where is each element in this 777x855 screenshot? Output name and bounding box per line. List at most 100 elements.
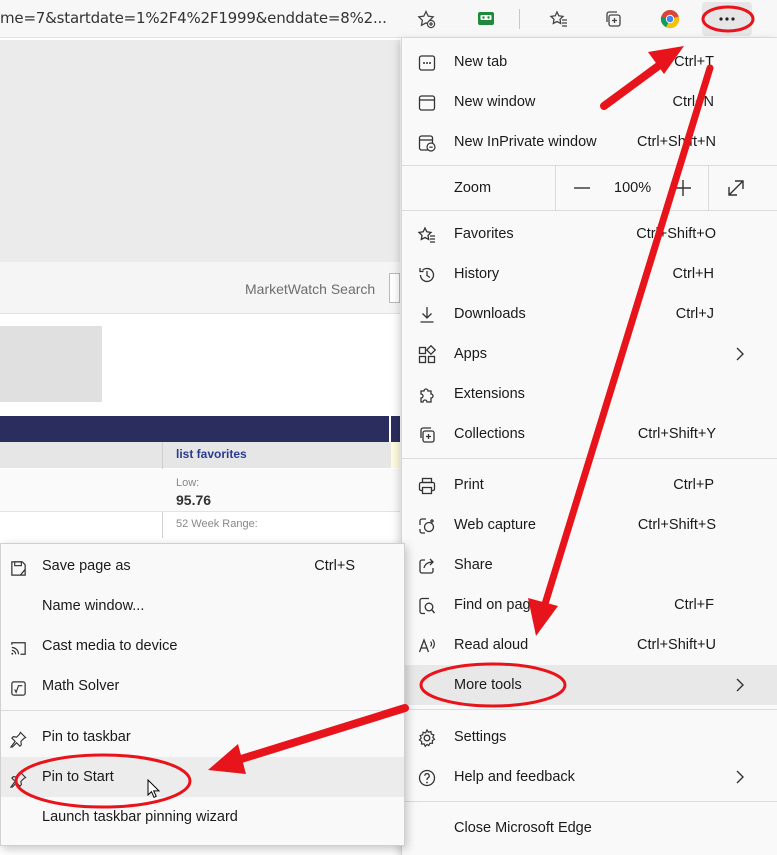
- chevron-right-icon: [736, 347, 744, 361]
- menu-item-downloads[interactable]: Downloads Ctrl+J: [402, 294, 777, 334]
- menu-divider: [402, 709, 777, 710]
- menu-item-shortcut: Ctrl+Shift+N: [637, 134, 716, 150]
- menu-divider: [402, 210, 777, 211]
- menu-item-shortcut: Ctrl+Shift+S: [637, 517, 716, 533]
- submenu-item-label: Name window...: [42, 598, 145, 614]
- collections-icon[interactable]: [598, 4, 628, 34]
- favorites-icon[interactable]: [544, 4, 574, 34]
- cast-icon: [7, 637, 29, 659]
- submenu-item-shortcut: Ctrl+S: [314, 558, 355, 574]
- menu-item-label: Settings: [454, 729, 507, 745]
- pin-icon: [7, 728, 29, 750]
- web-capture-icon: [416, 515, 438, 537]
- puzzle-icon: [416, 384, 438, 406]
- submenu-item-label: Pin to Start: [42, 769, 114, 785]
- header-divider: [389, 416, 391, 442]
- menu-divider: [402, 801, 777, 802]
- zoom-control: Zoom 100%: [402, 166, 777, 210]
- menu-item-label: Print: [454, 477, 484, 493]
- menu-item-print[interactable]: Print Ctrl+P: [402, 465, 777, 505]
- submenu-item-label: Pin to taskbar: [42, 729, 131, 745]
- menu-item-close-edge[interactable]: Close Microsoft Edge: [402, 808, 777, 848]
- menu-item-settings[interactable]: Settings: [402, 717, 777, 757]
- submenu-divider: [1, 710, 404, 711]
- submenu-item-label: Math Solver: [42, 678, 120, 694]
- fullscreen-icon[interactable]: [724, 176, 748, 200]
- menu-item-collections[interactable]: Collections Ctrl+Shift+Y: [402, 414, 777, 454]
- menu-item-new-inprivate[interactable]: New InPrivate window Ctrl+Shift+N: [402, 122, 777, 162]
- menu-item-label: Share: [454, 557, 493, 573]
- zoom-in-button[interactable]: [671, 176, 695, 200]
- menu-item-new-window[interactable]: New window Ctrl+N: [402, 82, 777, 122]
- menu-item-label: Apps: [454, 346, 488, 362]
- zoom-out-button[interactable]: [570, 176, 594, 200]
- printer-icon: [416, 475, 438, 497]
- help-icon: [416, 767, 438, 789]
- menu-item-label: New tab: [454, 54, 508, 70]
- low-value: 95.76: [176, 492, 212, 508]
- menu-item-shortcut: Ctrl+F: [674, 597, 714, 613]
- apps-icon: [416, 344, 438, 366]
- pin-icon: [7, 768, 29, 790]
- more-icon[interactable]: [702, 2, 752, 36]
- menu-item-web-capture[interactable]: Web capture Ctrl+Shift+S: [402, 505, 777, 545]
- submenu-item-label: Launch taskbar pinning wizard: [42, 809, 238, 825]
- menu-item-read-aloud[interactable]: Read aloud Ctrl+Shift+U: [402, 625, 777, 665]
- list-favorites-link[interactable]: list favorites: [176, 447, 247, 461]
- chrome-icon[interactable]: [655, 4, 685, 34]
- menu-item-extensions[interactable]: Extensions: [402, 374, 777, 414]
- submenu-item-math-solver[interactable]: Math Solver: [1, 666, 404, 706]
- download-icon: [416, 304, 438, 326]
- menu-item-find-on-page[interactable]: Find on page Ctrl+F: [402, 585, 777, 625]
- menu-item-history[interactable]: History Ctrl+H: [402, 254, 777, 294]
- menu-item-shortcut: Ctrl+Shift+Y: [637, 426, 716, 442]
- submenu-item-pin-taskbar[interactable]: Pin to taskbar: [1, 717, 404, 757]
- menu-item-share[interactable]: Share: [402, 545, 777, 585]
- chevron-right-icon: [736, 678, 744, 692]
- toolbar-divider: [519, 9, 520, 29]
- zoom-divider: [708, 166, 709, 210]
- add-favorite-star-icon[interactable]: [411, 4, 441, 34]
- menu-item-favorites[interactable]: Favorites Ctrl+Shift+O: [402, 214, 777, 254]
- section-header-bar: [0, 416, 400, 442]
- menu-item-label: Close Microsoft Edge: [454, 820, 592, 836]
- menu-item-new-tab[interactable]: New tab Ctrl+T: [402, 42, 777, 82]
- submenu-item-cast-media[interactable]: Cast media to device: [1, 626, 404, 666]
- submenu-item-pin-start[interactable]: Pin to Start: [1, 757, 404, 797]
- submenu-item-label: Cast media to device: [42, 638, 178, 654]
- read-aloud-icon: [416, 635, 438, 657]
- menu-item-shortcut: Ctrl+J: [675, 306, 714, 322]
- menu-item-label: New InPrivate window: [454, 134, 597, 150]
- collections-icon: [416, 424, 438, 446]
- zoom-divider: [555, 166, 556, 210]
- mouse-cursor-icon: [147, 779, 161, 798]
- marketwatch-search-label: MarketWatch Search: [245, 281, 376, 297]
- menu-item-label: History: [454, 266, 500, 282]
- page-placeholder-block: [0, 326, 102, 402]
- gear-icon: [416, 727, 438, 749]
- menu-item-apps[interactable]: Apps: [402, 334, 777, 374]
- submenu-item-label: Save page as: [42, 558, 131, 574]
- submenu-item-name-window[interactable]: Name window...: [1, 586, 404, 626]
- menu-item-shortcut: Ctrl+N: [672, 94, 715, 110]
- week-range-label: 52 Week Range:: [176, 518, 258, 530]
- table-cell-highlight: [391, 442, 400, 468]
- menu-item-label: Favorites: [454, 226, 514, 242]
- address-bar[interactable]: me=7&startdate=1%2F4%2F1999&enddate=8%2.…: [0, 9, 400, 27]
- find-icon: [416, 595, 438, 617]
- marketwatch-search-input[interactable]: [389, 273, 400, 303]
- menu-item-label: More tools: [454, 677, 522, 693]
- menu-item-label: New window: [454, 94, 536, 110]
- submenu-item-save-page[interactable]: Save page as Ctrl+S: [1, 546, 404, 586]
- more-tools-submenu: Save page as Ctrl+S Name window... Cast …: [0, 543, 405, 846]
- menu-item-more-tools[interactable]: More tools: [402, 665, 777, 705]
- submenu-item-launch-wizard[interactable]: Launch taskbar pinning wizard: [1, 797, 404, 837]
- low-label: Low:: [176, 477, 200, 489]
- favorites-icon: [416, 224, 438, 246]
- new-window-icon: [416, 92, 438, 114]
- extension-icon[interactable]: [471, 4, 501, 34]
- share-icon: [416, 555, 438, 577]
- ad-banner: [0, 40, 400, 262]
- menu-item-label: Read aloud: [454, 637, 529, 653]
- menu-item-help-feedback[interactable]: Help and feedback: [402, 757, 777, 797]
